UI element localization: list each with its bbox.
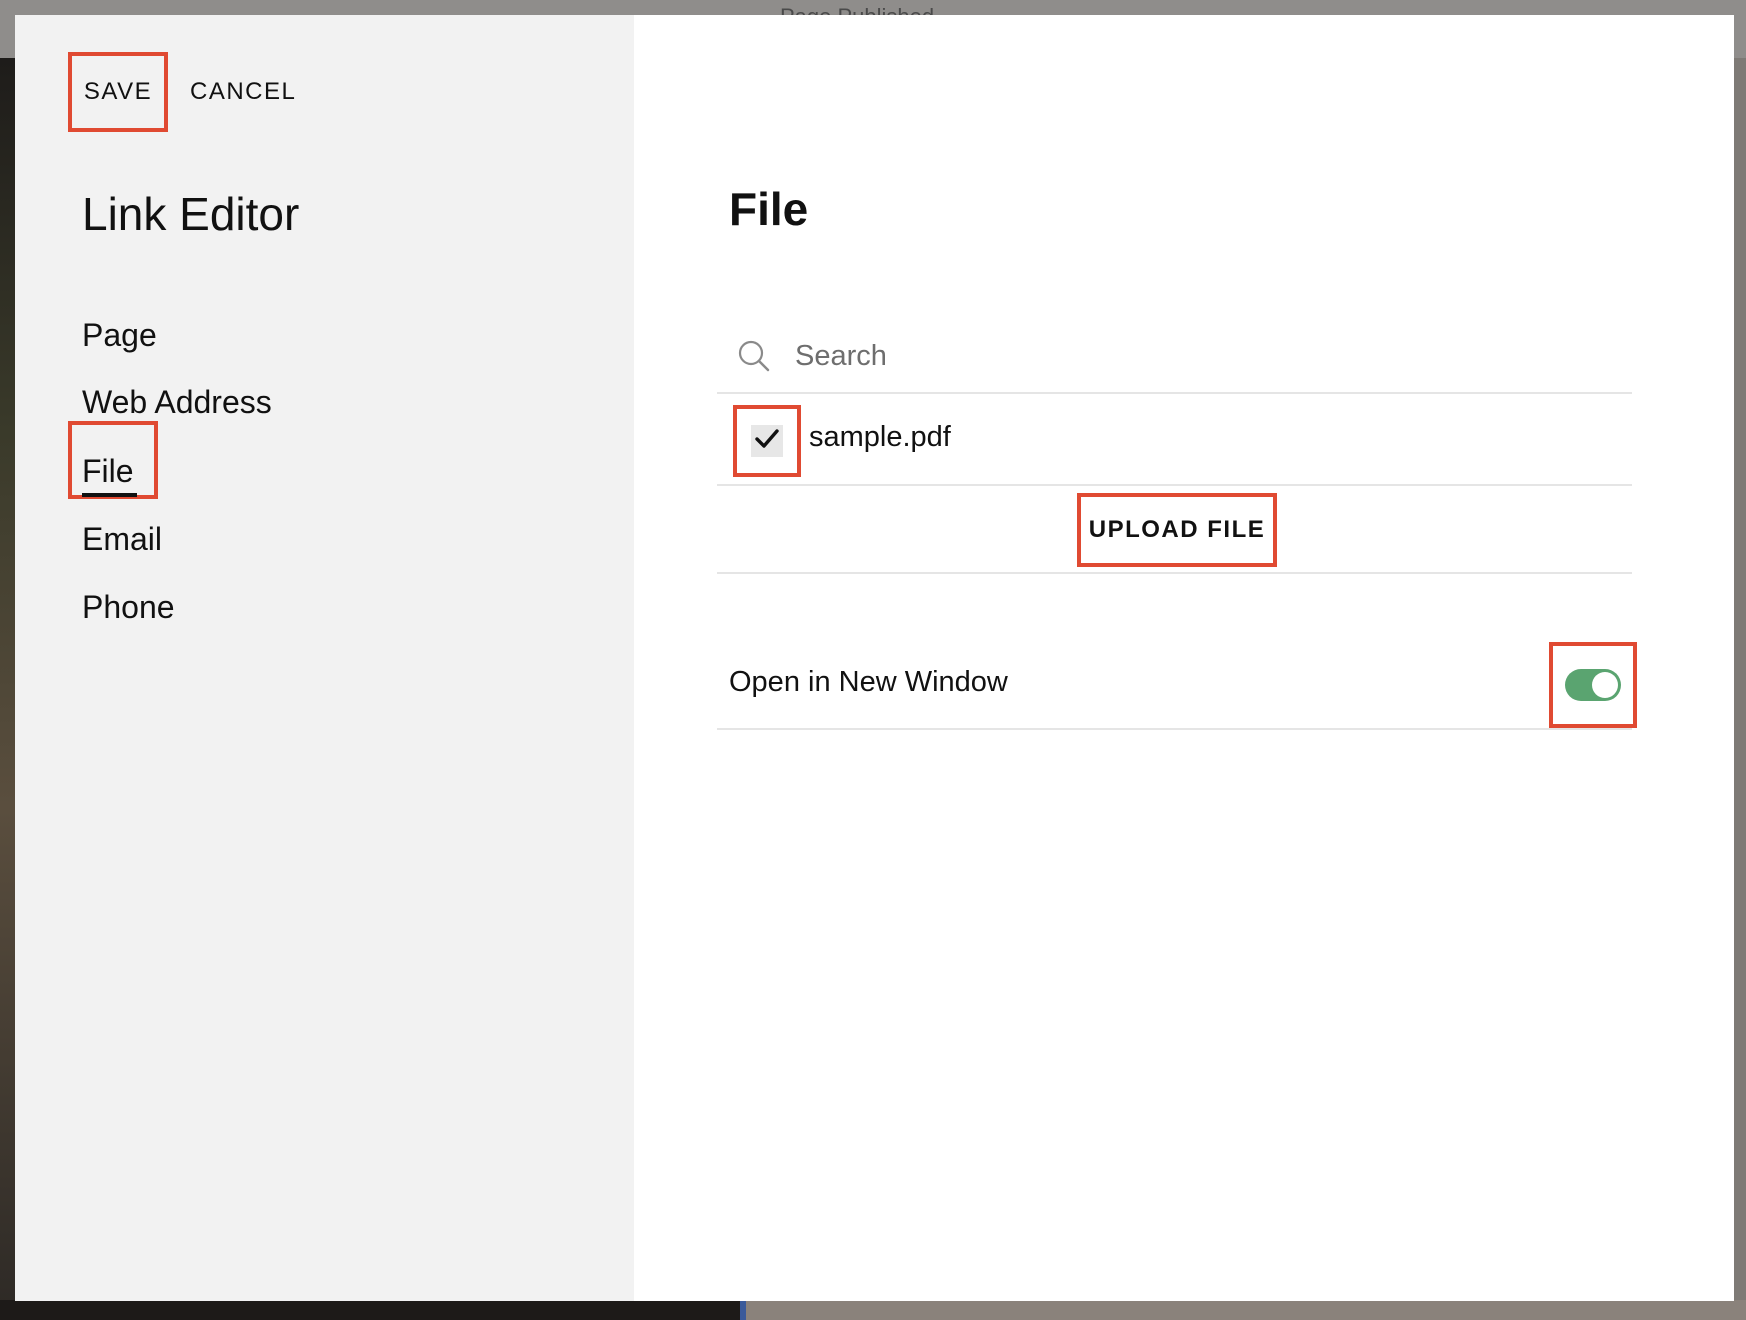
sidebar-item-file[interactable]: File [82, 453, 134, 490]
sidebar-item-file-underline [82, 493, 137, 497]
action-bar: SAVE CANCEL [68, 52, 296, 132]
background-left-edge [0, 58, 15, 1308]
checkmark-icon [753, 425, 781, 458]
search-bar [717, 320, 1632, 394]
link-editor-title: Link Editor [82, 188, 300, 240]
toggle-track [1565, 669, 1621, 701]
open-new-window-label: Open in New Window [729, 666, 1008, 698]
open-new-window-row: Open in New Window [717, 640, 1637, 730]
sidebar-item-page[interactable]: Page [82, 317, 157, 354]
file-name: sample.pdf [809, 421, 951, 453]
upload-file-button[interactable]: UPLOAD FILE [1077, 493, 1277, 567]
search-icon [737, 339, 771, 373]
open-new-window-toggle[interactable] [1549, 642, 1637, 728]
background-right-edge [1733, 58, 1746, 1308]
cancel-button[interactable]: CANCEL [190, 78, 296, 106]
sidebar-item-phone[interactable]: Phone [82, 589, 175, 626]
background-bottom-accent [740, 1300, 746, 1320]
search-input[interactable] [793, 338, 1497, 374]
save-button[interactable]: SAVE [68, 52, 168, 132]
file-list-item[interactable]: sample.pdf [717, 394, 1632, 486]
file-checkbox[interactable] [733, 405, 801, 477]
toggle-knob [1592, 672, 1618, 698]
sidebar-item-web-address[interactable]: Web Address [82, 384, 272, 421]
link-editor-sidebar: SAVE CANCEL Link Editor Page Web Address… [15, 15, 634, 1301]
upload-row: UPLOAD FILE [717, 486, 1632, 574]
background-status-text: Page Published [780, 2, 934, 16]
sidebar-item-email[interactable]: Email [82, 521, 162, 558]
section-title: File [729, 183, 809, 235]
background-bottom-right [745, 1300, 1746, 1320]
checkbox-control [751, 425, 783, 457]
